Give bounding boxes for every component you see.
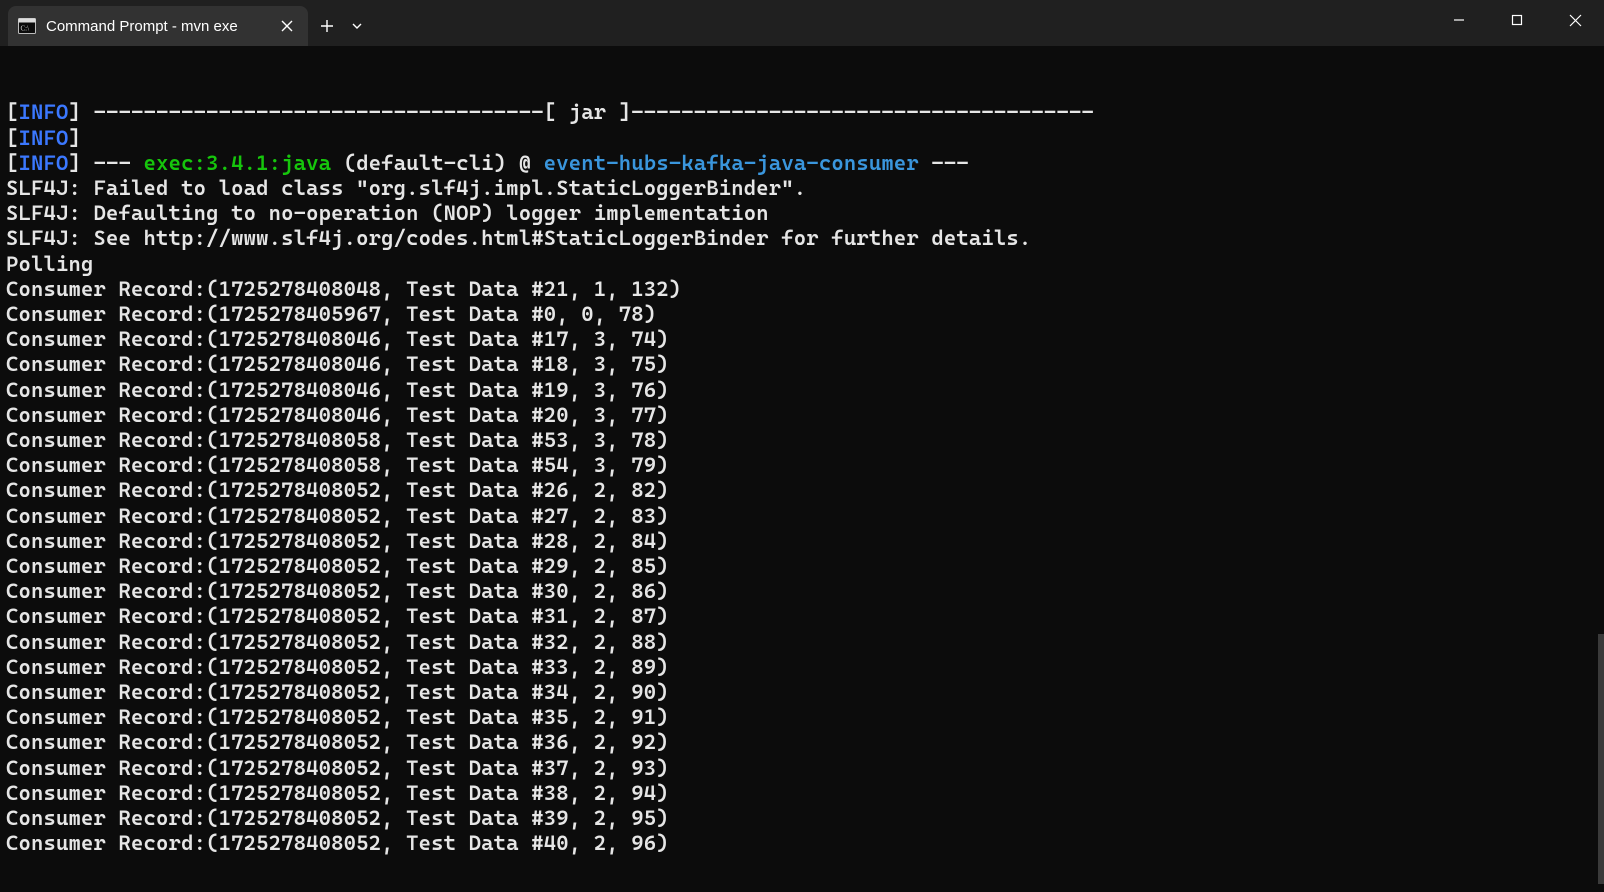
terminal-line: Consumer Record:(1725278408052, Test Dat… xyxy=(6,730,1598,755)
terminal-line: Consumer Record:(1725278408052, Test Dat… xyxy=(6,705,1598,730)
terminal-line: [INFO] xyxy=(6,126,1598,151)
terminal-tab[interactable]: C:\ Command Prompt - mvn exe xyxy=(8,6,308,46)
terminal-line: Consumer Record:(1725278408052, Test Dat… xyxy=(6,630,1598,655)
terminal-line: Consumer Record:(1725278408052, Test Dat… xyxy=(6,806,1598,831)
terminal-line: [INFO] --- exec:3.4.1:java (default-cli)… xyxy=(6,151,1598,176)
terminal-line: Consumer Record:(1725278408052, Test Dat… xyxy=(6,604,1598,629)
terminal-line: Consumer Record:(1725278408052, Test Dat… xyxy=(6,831,1598,856)
minimize-button[interactable] xyxy=(1430,2,1488,38)
terminal-line: Consumer Record:(1725278408046, Test Dat… xyxy=(6,403,1598,428)
terminal-line: Consumer Record:(1725278408052, Test Dat… xyxy=(6,478,1598,503)
terminal-line: Consumer Record:(1725278408058, Test Dat… xyxy=(6,453,1598,478)
terminal-line: Consumer Record:(1725278408048, Test Dat… xyxy=(6,277,1598,302)
window-titlebar: C:\ Command Prompt - mvn exe xyxy=(0,0,1604,46)
terminal-line: SLF4J: Failed to load class "org.slf4j.i… xyxy=(6,176,1598,201)
svg-text:C:\: C:\ xyxy=(21,25,30,33)
scrollbar-thumb[interactable] xyxy=(1598,634,1604,884)
tab-actions xyxy=(312,6,372,46)
terminal-line: Consumer Record:(1725278408052, Test Dat… xyxy=(6,680,1598,705)
terminal-line: Consumer Record:(1725278408046, Test Dat… xyxy=(6,327,1598,352)
terminal-line: Polling xyxy=(6,252,1598,277)
terminal-line: Consumer Record:(1725278408046, Test Dat… xyxy=(6,378,1598,403)
terminal-line: Consumer Record:(1725278408058, Test Dat… xyxy=(6,428,1598,453)
terminal-line: Consumer Record:(1725278408052, Test Dat… xyxy=(6,554,1598,579)
terminal-line: Consumer Record:(1725278408052, Test Dat… xyxy=(6,579,1598,604)
window-controls xyxy=(1430,2,1604,46)
tab-dropdown-button[interactable] xyxy=(342,11,372,41)
terminal-line: Consumer Record:(1725278408052, Test Dat… xyxy=(6,504,1598,529)
terminal-line: Consumer Record:(1725278408046, Test Dat… xyxy=(6,352,1598,377)
terminal-line: Consumer Record:(1725278408052, Test Dat… xyxy=(6,655,1598,680)
terminal-line: Consumer Record:(1725278405967, Test Dat… xyxy=(6,302,1598,327)
terminal-output[interactable]: [INFO] ---------------------------------… xyxy=(0,46,1604,892)
terminal-line: SLF4J: See http://www.slf4j.org/codes.ht… xyxy=(6,226,1598,251)
close-window-button[interactable] xyxy=(1546,2,1604,38)
new-tab-button[interactable] xyxy=(312,11,342,41)
cmd-icon: C:\ xyxy=(18,17,36,35)
terminal-line: SLF4J: Defaulting to no-operation (NOP) … xyxy=(6,201,1598,226)
titlebar-drag-region[interactable] xyxy=(372,0,1430,46)
terminal-line: [INFO] ---------------------------------… xyxy=(6,100,1598,125)
terminal-line: Consumer Record:(1725278408052, Test Dat… xyxy=(6,529,1598,554)
terminal-line: Consumer Record:(1725278408052, Test Dat… xyxy=(6,756,1598,781)
tab-title: Command Prompt - mvn exe xyxy=(46,18,262,35)
maximize-button[interactable] xyxy=(1488,2,1546,38)
close-tab-button[interactable] xyxy=(272,11,302,41)
terminal-line: Consumer Record:(1725278408052, Test Dat… xyxy=(6,781,1598,806)
